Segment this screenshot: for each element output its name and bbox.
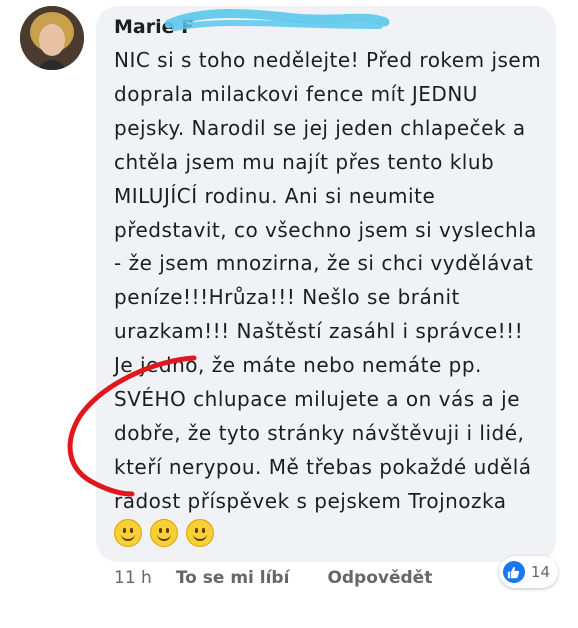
- comment-text: NIC si s toho nedělejte! Před rokem jsem…: [114, 44, 544, 553]
- smiley-emoji-icon: [186, 518, 214, 547]
- comment-actions: 11 h To se mi líbí Odpovědět: [114, 568, 432, 588]
- like-thumb-icon: [502, 561, 525, 583]
- comment-paragraph-2: Je jedno, že máte nebo nemáte pp. SVÉHO …: [114, 349, 544, 552]
- smiley-emoji-icon: [150, 518, 178, 547]
- reaction-count[interactable]: 14: [498, 556, 558, 588]
- reply-button[interactable]: Odpovědět: [327, 568, 432, 588]
- like-button[interactable]: To se mi líbí: [176, 568, 290, 588]
- reaction-count-value: 14: [530, 563, 550, 581]
- smiley-emoji-icon: [114, 518, 142, 547]
- avatar[interactable]: [20, 6, 84, 70]
- comment-paragraph-2-text: Je jedno, že máte nebo nemáte pp. SVÉHO …: [114, 353, 532, 513]
- comment-paragraph-1: NIC si s toho nedělejte! Před rokem jsem…: [114, 48, 542, 344]
- timestamp[interactable]: 11 h: [114, 568, 152, 588]
- name-scribble: [165, 9, 390, 31]
